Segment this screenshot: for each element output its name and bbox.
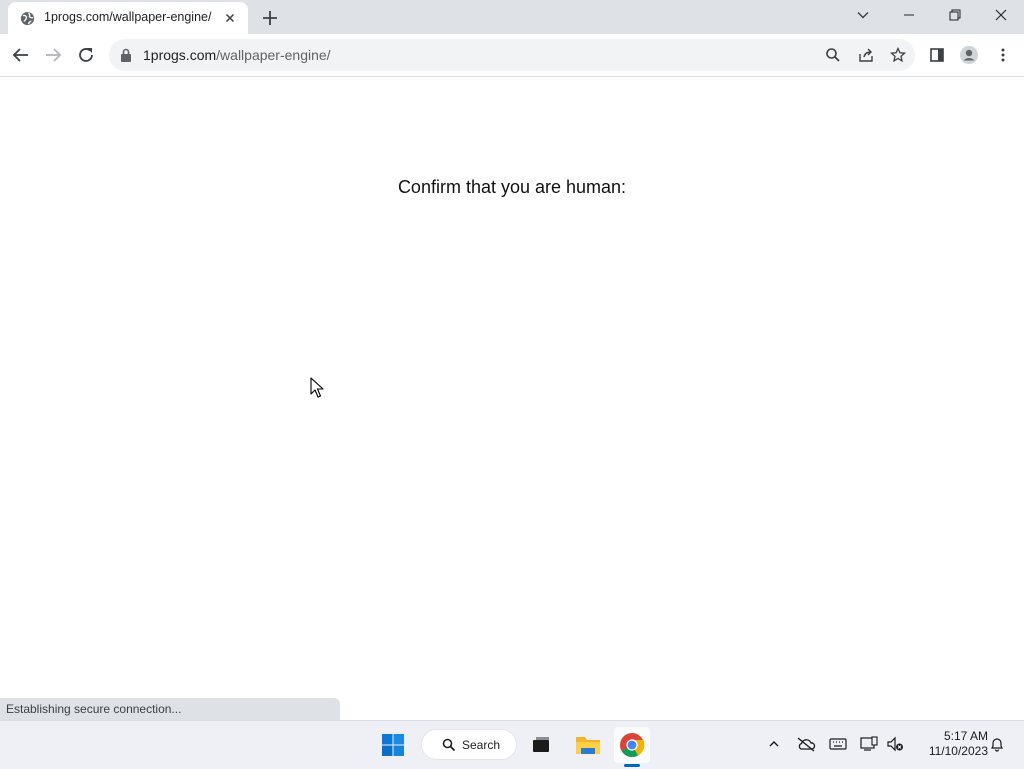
clock[interactable]: 5:17 AM 11/10/2023 <box>912 729 988 759</box>
search-icon <box>442 738 456 752</box>
taskbar: Search 5:17 AM 11/10/2023 <box>0 720 1024 769</box>
notification-bell-icon[interactable] <box>986 733 1008 755</box>
chevron-up-icon[interactable] <box>763 733 785 755</box>
task-view-icon <box>533 737 549 752</box>
minimize-button[interactable] <box>886 0 932 30</box>
chevron-down-icon <box>857 12 869 19</box>
page-content: Confirm that you are human: Establishing… <box>0 77 1024 720</box>
restore-button[interactable] <box>932 0 978 30</box>
tab-strip: 1progs.com/wallpaper-engine/ <box>0 0 1024 34</box>
chrome-taskbar-button[interactable] <box>614 727 650 763</box>
profile-avatar-icon[interactable] <box>957 43 981 67</box>
zoom-search-icon[interactable] <box>821 43 845 67</box>
globe-icon <box>20 11 35 26</box>
reload-button[interactable] <box>70 39 102 71</box>
reload-icon <box>79 48 93 62</box>
forward-button[interactable] <box>37 39 69 71</box>
folder-icon <box>576 737 600 754</box>
active-app-indicator <box>624 764 640 767</box>
back-arrow-icon <box>12 48 28 62</box>
new-tab-button[interactable] <box>258 6 282 30</box>
close-icon <box>995 9 1007 21</box>
forward-arrow-icon <box>46 48 62 62</box>
tab-search-button[interactable] <box>840 0 886 30</box>
address-bar[interactable]: 1progs.com/wallpaper-engine/ <box>109 39 915 71</box>
browser-toolbar: 1progs.com/wallpaper-engine/ <box>0 34 1024 77</box>
windows-logo-icon <box>382 734 404 756</box>
status-bubble: Establishing secure connection... <box>0 698 340 720</box>
sound-muted-icon[interactable] <box>884 733 906 755</box>
url-path: /wallpaper-engine/ <box>216 47 331 63</box>
page-heading: Confirm that you are human: <box>397 177 627 197</box>
start-button[interactable] <box>375 727 411 763</box>
taskbar-search[interactable]: Search <box>421 729 517 760</box>
file-explorer-button[interactable] <box>570 727 606 763</box>
close-window-button[interactable] <box>978 0 1024 30</box>
display-icon[interactable] <box>858 733 880 755</box>
search-label: Search <box>462 738 501 752</box>
url-text: 1progs.com/wallpaper-engine/ <box>143 47 331 63</box>
side-panel-icon[interactable] <box>925 43 949 67</box>
tab-title: 1progs.com/wallpaper-engine/ <box>44 10 212 24</box>
keyboard-icon[interactable] <box>827 733 849 755</box>
menu-kebab-icon[interactable] <box>991 43 1015 67</box>
back-button[interactable] <box>5 39 37 71</box>
mouse-cursor-icon <box>310 377 326 399</box>
browser-tab[interactable]: 1progs.com/wallpaper-engine/ <box>8 2 248 34</box>
task-view-button[interactable] <box>523 727 559 763</box>
onedrive-offline-icon[interactable] <box>795 733 817 755</box>
share-icon[interactable] <box>854 43 878 67</box>
chrome-icon <box>620 733 645 758</box>
bookmark-star-icon[interactable] <box>886 43 910 67</box>
lock-icon[interactable] <box>120 48 132 62</box>
minimize-icon <box>904 14 914 16</box>
clock-time: 5:17 AM <box>943 729 988 743</box>
tab-close-icon[interactable] <box>222 10 238 26</box>
clock-date: 11/10/2023 <box>928 744 988 758</box>
url-host: 1progs.com <box>143 47 217 63</box>
restore-icon <box>949 9 961 21</box>
